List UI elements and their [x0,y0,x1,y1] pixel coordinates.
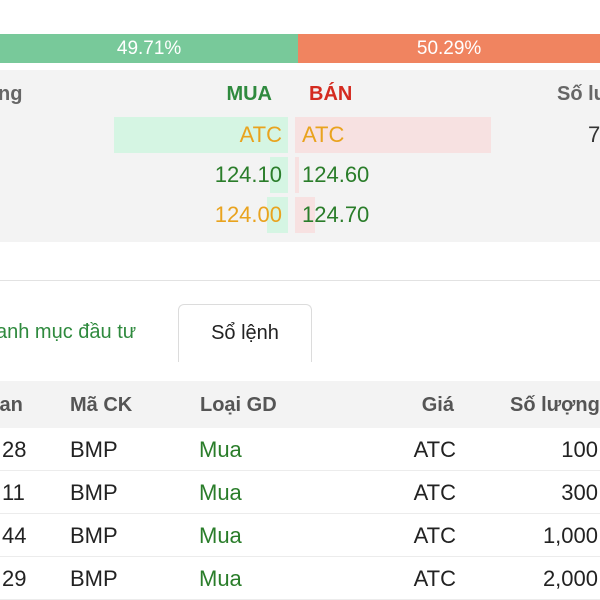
volume-header-right: Số lư [557,83,600,105]
volume-header-left: ng [0,83,23,105]
order-price: ATC [413,437,456,462]
order-quantity: 100 [561,437,598,462]
order-time: 28 [2,437,27,462]
order-price: ATC [413,523,456,548]
buy-header: MUA [226,83,272,105]
order-book-row[interactable]: 124.10 124.60 [0,157,600,193]
order-time: 29 [2,566,27,591]
order-time: 11 [2,480,25,505]
col-header-price[interactable]: Giá [422,394,454,417]
order-quantity: 2,000 [542,566,598,591]
order-book-header: ng MUA BÁN Số lư [0,70,600,118]
buy-ratio-segment: 49.71% [0,34,299,63]
order-type: Mua [199,437,242,462]
col-header-quantity[interactable]: Số lượng [510,394,600,417]
order-book-row[interactable]: ATC ATC 7 [0,117,600,153]
order-price: ATC [413,566,456,591]
buy-price[interactable]: ATC [240,122,282,148]
buy-price[interactable]: 124.00 [215,202,282,228]
sell-price[interactable]: 124.60 [302,162,369,188]
sell-price[interactable]: ATC [302,122,344,148]
order-quantity: 1,000 [542,523,598,548]
sell-volume: 7 [588,122,600,147]
buy-price[interactable]: 124.10 [215,162,282,188]
order-price: ATC [413,480,456,505]
order-type: Mua [199,480,242,505]
order-type: Mua [199,523,242,548]
col-header-time[interactable]: ian [0,394,23,417]
buy-sell-ratio-bar: 49.71% 50.29% [0,34,600,63]
order-quantity: 300 [561,480,598,505]
tab-order-book-label: Sổ lệnh [211,322,279,344]
order-type: Mua [199,566,242,591]
table-row[interactable]: 44 BMP Mua ATC 1,000 [0,514,600,557]
order-book-row[interactable]: 124.00 124.70 [0,197,600,233]
col-header-type[interactable]: Loại GD [200,394,277,417]
table-row[interactable]: 28 BMP Mua ATC 100 [0,428,600,471]
tab-portfolio[interactable]: anh mục đầu tư [0,321,136,344]
order-symbol: BMP [70,566,118,591]
sell-ratio-label: 50.29% [416,37,482,59]
sell-ratio-segment: 50.29% [298,34,600,63]
table-row[interactable]: 11 BMP Mua ATC 300 [0,471,600,514]
order-symbol: BMP [70,480,118,505]
order-symbol: BMP [70,437,118,462]
order-symbol: BMP [70,523,118,548]
orders-table-header: ian Mã CK Loại GD Giá Số lượng [0,381,600,428]
sell-header: BÁN [309,83,353,105]
table-row[interactable]: 29 BMP Mua ATC 2,000 [0,557,600,600]
order-book: ng MUA BÁN Số lư ATC ATC 7 124.10 124.60… [0,70,600,242]
tabs-divider [0,280,600,281]
sell-price[interactable]: 124.70 [302,202,369,228]
buy-ratio-label: 49.71% [116,37,182,59]
sell-depth-bar [295,157,299,193]
order-time: 44 [2,523,27,548]
tab-order-book[interactable]: Sổ lệnh [178,304,312,362]
col-header-symbol[interactable]: Mã CK [70,394,132,417]
